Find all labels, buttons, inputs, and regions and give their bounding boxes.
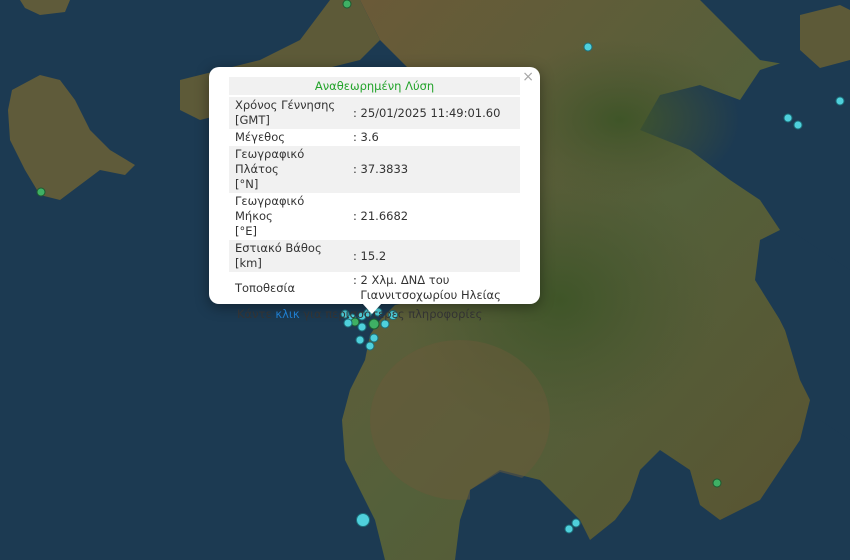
row-origin-time: Χρόνος Γέννησης [GMT] : 25/01/2025 11:49:… [229,97,520,129]
earthquake-marker[interactable] [835,96,845,106]
popup-title: Αναθεωρημένη Λύση [229,77,520,95]
row-depth: Εστιακό Βάθος [km] : 15.2 [229,240,520,272]
latitude-value: : 37.3833 [349,146,520,193]
location-label: Τοποθεσία [235,280,296,295]
depth-label: Εστιακό Βάθος [km] [229,240,349,272]
row-magnitude: Μέγεθος : 3.6 [229,129,520,146]
location-value: : 2 Χλμ. ΔΝΔ του Γιαννιτσοχωρίου Ηλείας [353,273,501,302]
earthquake-marker[interactable] [36,187,46,197]
earthquake-marker[interactable] [793,120,803,130]
magnitude-label: Μέγεθος [235,130,285,144]
latitude-label: Γεωγραφικό Πλάτος [°N] [229,146,349,193]
earthquake-info-popup: × Αναθεωρημένη Λύση Χρόνος Γέννησης [GMT]… [209,67,540,321]
earthquake-marker[interactable] [365,341,375,351]
more-info-link[interactable]: κλικ [275,307,299,321]
earthquake-marker[interactable] [342,0,352,9]
longitude-value: : 21.6682 [353,209,409,223]
row-location: Τοποθεσία : 2 Χλμ. ΔΝΔ του Γιαννιτσοχωρί… [229,272,520,304]
row-longitude: Γεωγραφικό Μήκος [°E] : 21.6682 [229,193,520,240]
earthquake-marker[interactable] [564,524,574,534]
earthquake-marker[interactable] [355,335,365,345]
earthquake-marker[interactable] [783,113,793,123]
longitude-label: Γεωγραφικό Μήκος [°E] [235,194,305,238]
origin-time-value: : 25/01/2025 11:49:01.60 [349,97,520,129]
close-icon[interactable]: × [522,70,534,84]
popup-pointer [362,303,382,314]
earthquake-marker[interactable] [583,42,593,52]
earthquake-details-table: Χρόνος Γέννησης [GMT] : 25/01/2025 11:49:… [229,97,520,304]
origin-time-label: Χρόνος Γέννησης [GMT] [229,97,349,129]
depth-value: : 15.2 [349,240,520,272]
row-latitude: Γεωγραφικό Πλάτος [°N] : 37.3833 [229,146,520,193]
earthquake-marker[interactable] [712,478,722,488]
magnitude-value: : 3.6 [353,130,379,144]
earthquake-marker[interactable] [356,513,370,527]
earthquake-marker[interactable] [357,322,367,332]
